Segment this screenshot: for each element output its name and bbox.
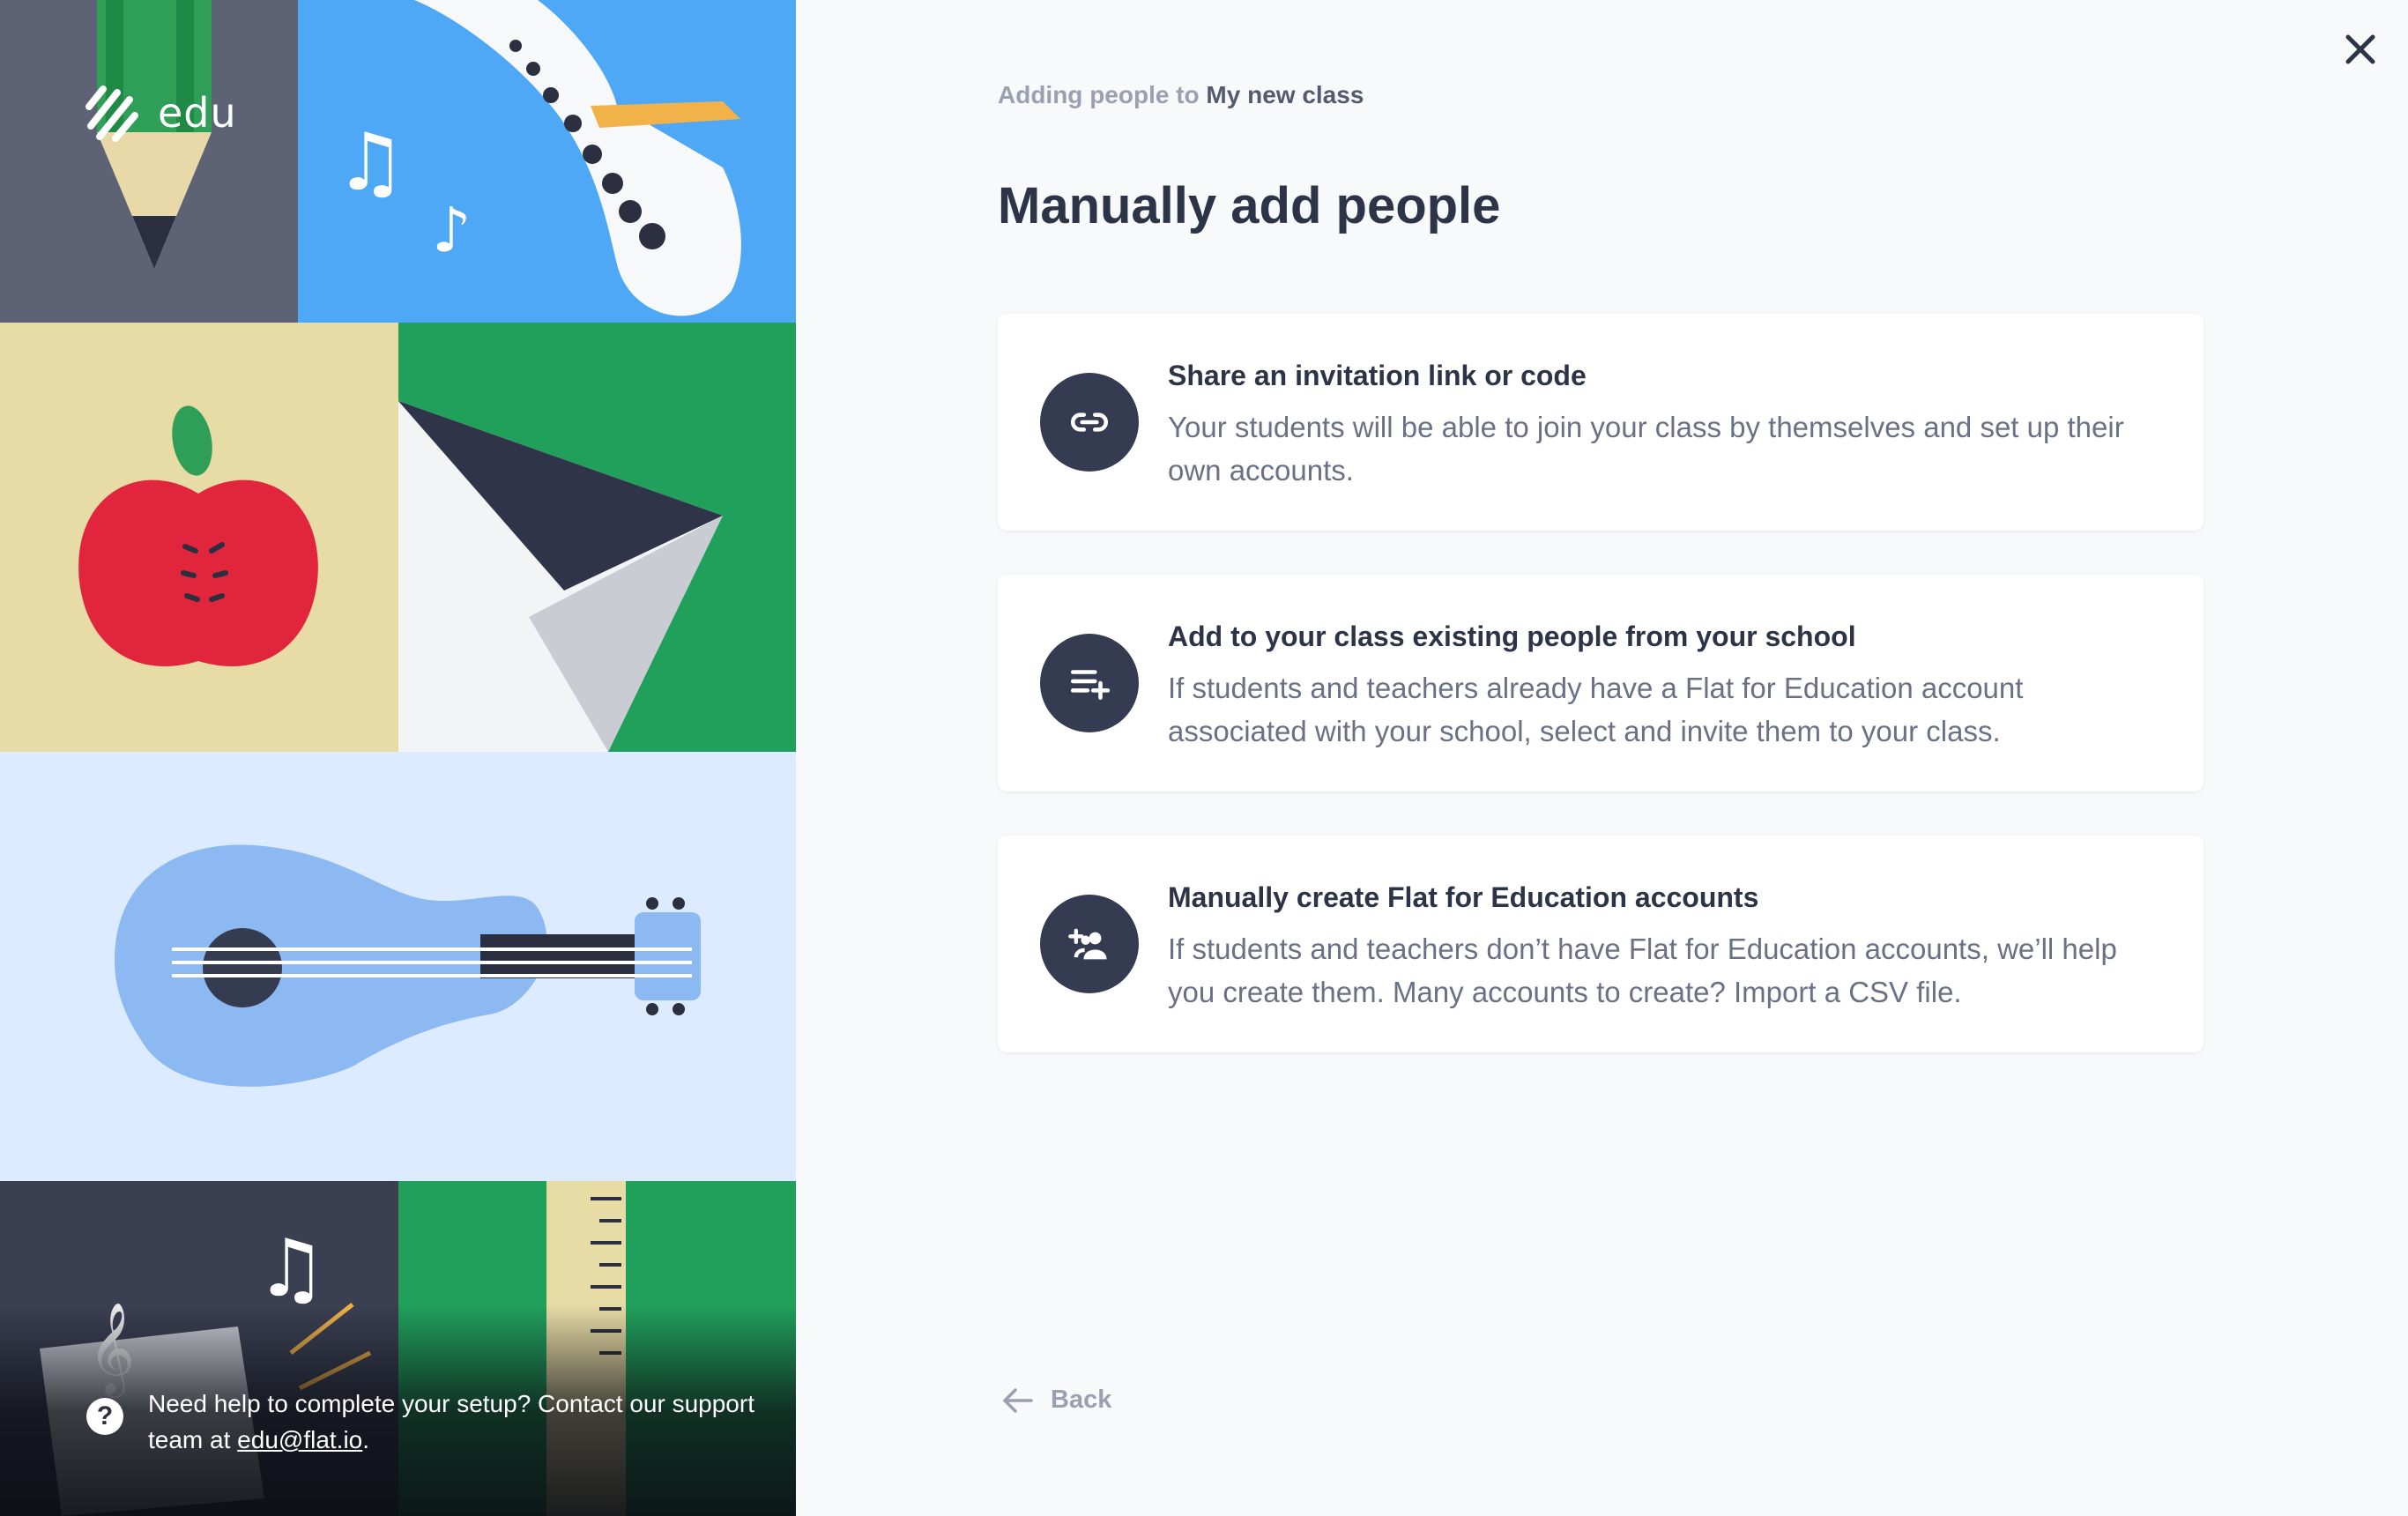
svg-text:♪: ♪	[432, 194, 472, 266]
illustration: ♫ ♪ ♫	[0, 0, 796, 1516]
breadcrumb-class-name: My new class	[1206, 81, 1364, 108]
option-icon-circle	[1040, 373, 1139, 472]
option-icon-circle	[1040, 895, 1139, 993]
svg-text:♫: ♫	[256, 1222, 327, 1315]
page-title: Manually add people	[998, 177, 1501, 234]
option-description: If students and teachers don’t have Flat…	[1168, 933, 2117, 1008]
share-invitation-option[interactable]: Share an invitation link or code Your st…	[998, 314, 2204, 531]
support-email-link[interactable]: edu@flat.io	[237, 1426, 362, 1453]
help-message: ? Need help to complete your setup? Cont…	[86, 1386, 756, 1458]
link-icon	[1071, 412, 1108, 432]
breadcrumb: Adding people to My new class	[998, 81, 1364, 109]
flat-edu-logo[interactable]: edu	[84, 84, 237, 142]
breadcrumb-prefix: Adding people to	[998, 81, 1200, 108]
group-add-icon	[1068, 928, 1107, 960]
help-icon: ?	[86, 1398, 123, 1435]
arrow-left-icon	[1003, 1387, 1033, 1413]
close-icon[interactable]	[2340, 29, 2381, 70]
option-title: Manually create Flat for Education accou…	[1168, 881, 1759, 913]
option-title: Add to your class existing people from y…	[1168, 621, 1856, 652]
option-description: If students and teachers already have a …	[1168, 672, 2024, 747]
create-accounts-option[interactable]: Manually create Flat for Education accou…	[998, 836, 2204, 1052]
help-text: Need help to complete your setup? Contac…	[148, 1386, 756, 1458]
flat-logo-icon	[85, 85, 138, 142]
back-button[interactable]: Back	[1001, 1386, 1111, 1415]
logo-text: edu	[158, 89, 237, 137]
back-label: Back	[1051, 1386, 1112, 1414]
svg-text:♫: ♫	[335, 116, 406, 209]
illustration-panel: ♫ ♪ ♫ edu ? Need help to complete your s…	[0, 0, 796, 1516]
option-title: Share an invitation link or code	[1168, 360, 1587, 391]
help-text-suffix: .	[362, 1426, 370, 1453]
option-description: Your students will be able to join your …	[1168, 411, 2124, 487]
option-icon-circle	[1040, 634, 1139, 732]
add-existing-people-option[interactable]: Add to your class existing people from y…	[998, 575, 2204, 791]
playlist-add-icon	[1070, 670, 1111, 700]
